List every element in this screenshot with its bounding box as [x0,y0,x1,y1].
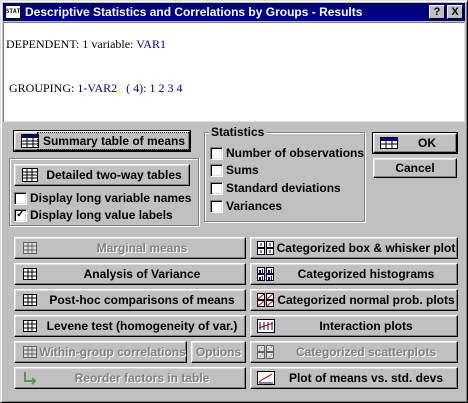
reorder-label: Reorder factors in table [74,371,210,385]
results-dialog: STAT Descriptive Statistics and Correlat… [0,0,468,403]
stat-row-observations[interactable]: Number of observations [210,146,364,160]
summary-table-icon [21,133,39,149]
table-icon [21,318,39,334]
interaction-button[interactable]: Interaction plots [250,315,458,337]
means-vs-sd-label: Plot of means vs. std. devs [288,371,444,385]
reorder-button[interactable]: Reorder factors in table [14,367,246,389]
histograms-button[interactable]: Categorized histograms [250,263,458,285]
options-label: Options [195,345,242,359]
long-value-labels-checkbox[interactable]: ✓ [14,208,27,222]
close-button[interactable]: X [447,5,463,19]
stat-label-variances: Variances [226,199,283,213]
window-title: Descriptive Statistics and Correlations … [25,5,363,19]
ok-label: OK [418,136,436,150]
table-icon [21,240,39,256]
means-sd-plot-icon [257,370,275,386]
marginal-means-button[interactable]: Marginal means [14,237,246,259]
cancel-label: Cancel [395,161,435,175]
grouping-label: GROUPING: [9,81,75,95]
anova-button[interactable]: Analysis of Variance [14,263,246,285]
dependent-count: 1 variable: [82,37,134,51]
box-plot-icon [257,240,275,256]
table-icon [21,266,39,282]
reorder-icon [21,370,39,386]
detailed-tables-button[interactable]: Detailed two-way tables [14,164,190,186]
stat-checkbox-variances[interactable] [210,199,223,213]
marginal-means-label: Marginal means [96,241,188,255]
table-grid-icon [21,167,39,183]
scatterplot-icon [257,344,275,360]
scatterplots-label: Categorized scatterplots [295,345,437,359]
stat-row-sums[interactable]: Sums [210,163,259,177]
levene-button[interactable]: Levene test (homogeneity of var.) [14,315,246,337]
normal-prob-button[interactable]: Categorized normal prob. plots [250,289,458,311]
cancel-button[interactable]: Cancel [373,158,457,178]
normal-prob-label: Categorized normal prob. plots [277,293,455,307]
dependent-var: VAR1 [136,37,166,51]
stat-label-observations: Number of observations [226,146,365,160]
posthoc-button[interactable]: Post-hoc comparisons of means [14,289,246,311]
long-value-labels-label: Display long value labels [30,208,173,222]
levene-label: Levene test (homogeneity of var.) [46,319,238,333]
dependent-line: DEPENDENT: 1 variable: VAR1 [6,37,166,52]
summary-table-button[interactable]: Summary table of means [13,130,191,152]
scatterplots-button[interactable]: Categorized scatterplots [250,341,458,363]
ok-icon [380,135,398,151]
stat-label-stddev: Standard deviations [226,181,341,195]
stat-row-stddev[interactable]: Standard deviations [210,181,341,195]
stat-checkbox-observations[interactable] [210,146,223,160]
detailed-tables-label: Detailed two-way tables [46,168,182,182]
statistics-title: Statistics [209,125,267,139]
long-var-names-checkbox[interactable] [14,191,27,205]
interaction-plot-icon [257,318,275,334]
table-icon [21,292,39,308]
within-group-label: Within-group correlations [39,345,186,359]
histograms-label: Categorized histograms [297,267,435,281]
interaction-label: Interaction plots [319,319,413,333]
stat-checkbox-stddev[interactable] [210,181,223,195]
long-value-labels-row[interactable]: ✓ Display long value labels [14,208,173,222]
results-text-pane[interactable]: DEPENDENT: 1 variable: VAR1 GROUPING: 1-… [3,22,465,122]
long-var-names-label: Display long variable names [30,191,192,205]
box-whisker-label: Categorized box & whisker plot [276,241,456,255]
grouping-codes: 1 2 3 4 [149,81,183,95]
table-icon [21,344,39,360]
grouping-var: 1-VAR2 [77,81,118,95]
options-button[interactable]: Options [191,341,246,363]
box-whisker-button[interactable]: Categorized box & whisker plot [250,237,458,259]
histogram-icon [257,266,275,282]
grouping-line: GROUPING: 1-VAR2 ( 4): 1 2 3 4 [9,81,182,96]
dependent-label: DEPENDENT: [6,37,80,51]
ok-button[interactable]: OK [372,132,458,154]
summary-table-label: Summary table of means [37,132,191,150]
stat-label-sums: Sums [226,163,259,177]
grouping-count: ( 4): [126,81,147,95]
stat-checkbox-sums[interactable] [210,163,223,177]
within-group-button[interactable]: Within-group correlations [14,341,187,363]
help-button[interactable]: ? [429,5,445,19]
anova-label: Analysis of Variance [83,267,201,281]
long-var-names-row[interactable]: Display long variable names [14,191,191,205]
stat-row-variances[interactable]: Variances [210,199,282,213]
normal-prob-icon [257,292,275,308]
means-vs-sd-button[interactable]: Plot of means vs. std. devs [250,367,458,389]
app-icon: STAT [5,5,21,19]
title-bar[interactable]: STAT Descriptive Statistics and Correlat… [3,3,465,21]
posthoc-label: Post-hoc comparisons of means [49,293,235,307]
